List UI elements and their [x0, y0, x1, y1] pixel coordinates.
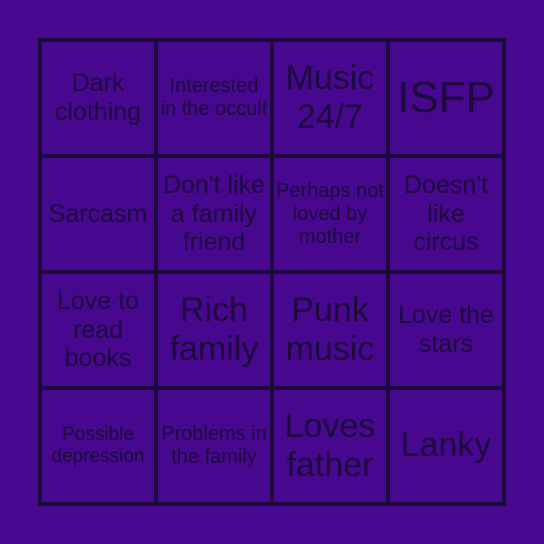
bingo-cell[interactable]: Love to read books	[40, 272, 156, 388]
bingo-cell[interactable]: Sarcasm	[40, 156, 156, 272]
bingo-cell[interactable]: Perhaps not loved by mother	[272, 156, 388, 272]
bingo-cell[interactable]: Interested in the occult	[156, 40, 272, 156]
bingo-cell[interactable]: Don't like a family friend	[156, 156, 272, 272]
bingo-card: Dark clothing Interested in the occult M…	[38, 38, 506, 506]
bingo-cell[interactable]: Lanky	[388, 388, 504, 504]
bingo-cell[interactable]: Dark clothing	[40, 40, 156, 156]
bingo-cell[interactable]: Rich family	[156, 272, 272, 388]
bingo-cell[interactable]: ISFP	[388, 40, 504, 156]
bingo-cell[interactable]: Problems in the family	[156, 388, 272, 504]
bingo-cell[interactable]: Possible depression	[40, 388, 156, 504]
bingo-cell[interactable]: Music 24/7	[272, 40, 388, 156]
bingo-cell[interactable]: Doesn't like circus	[388, 156, 504, 272]
bingo-cell[interactable]: Loves father	[272, 388, 388, 504]
bingo-cell[interactable]: Punk music	[272, 272, 388, 388]
bingo-cell[interactable]: Love the stars	[388, 272, 504, 388]
